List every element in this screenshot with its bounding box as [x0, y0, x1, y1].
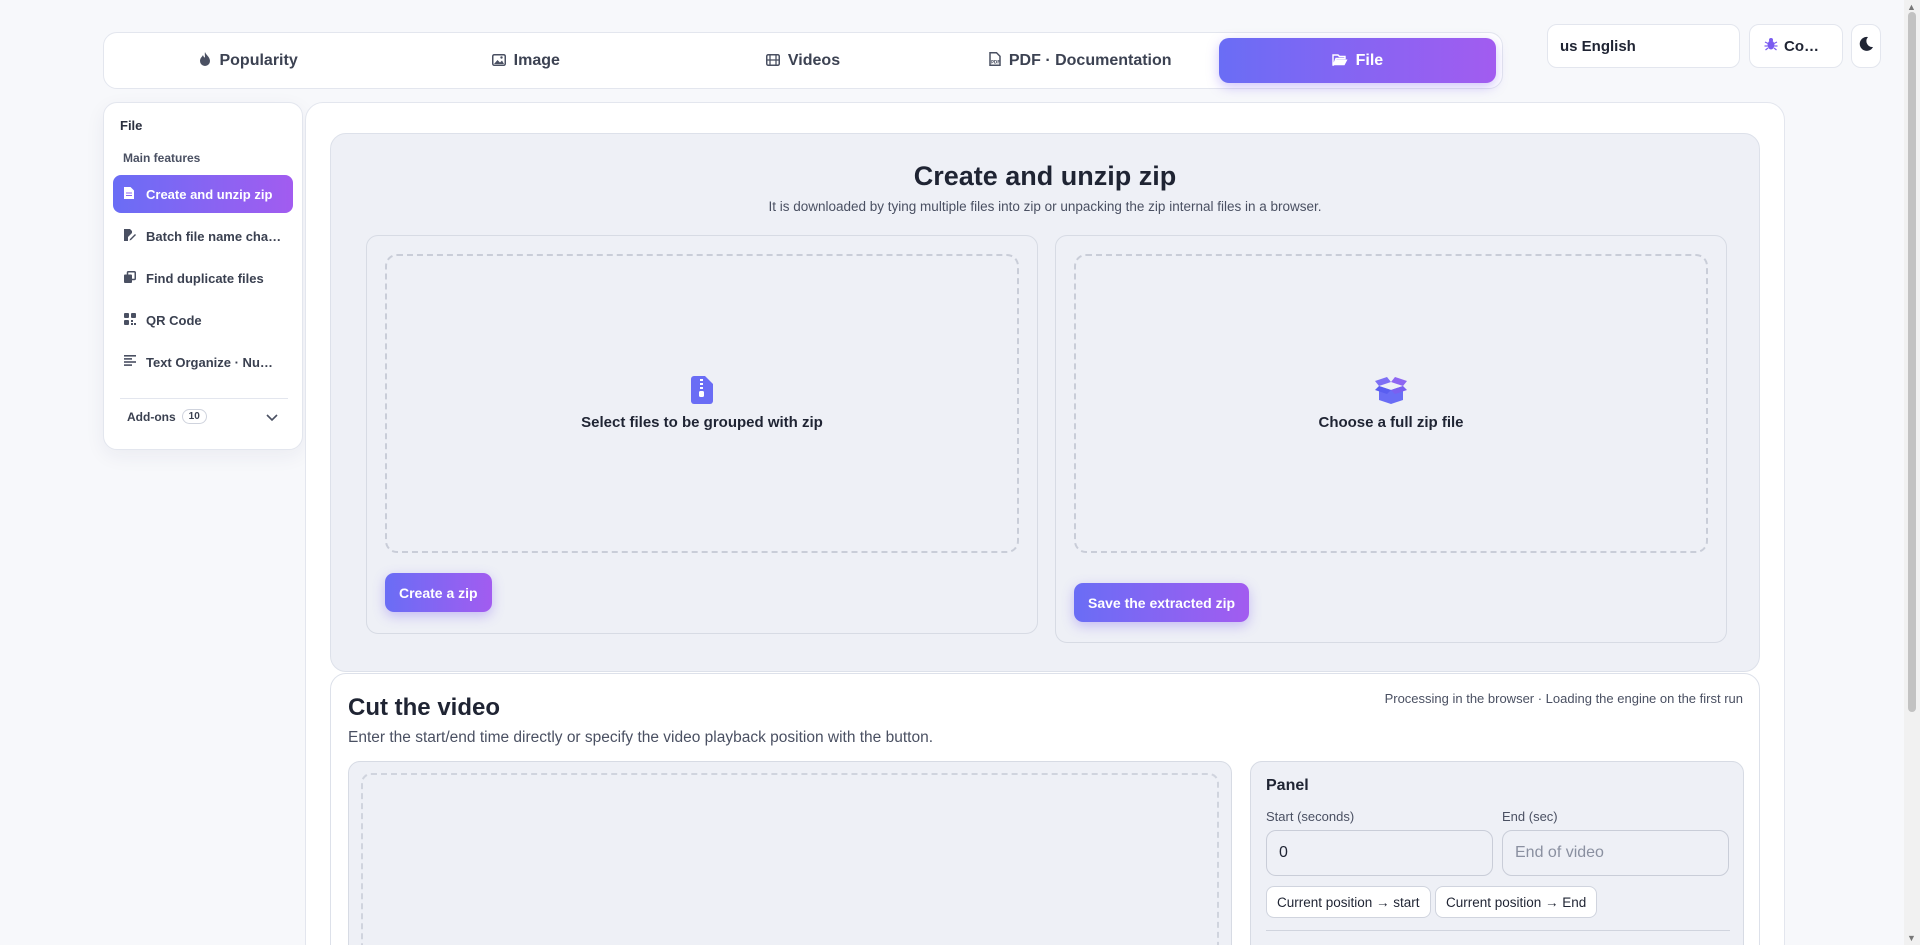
- sidebar-item-create-unzip-zip[interactable]: Create and unzip zip: [113, 175, 293, 213]
- cut-video-title: Cut the video: [348, 694, 501, 721]
- language-select[interactable]: us English: [1547, 24, 1740, 68]
- addons-label: Add-ons: [127, 409, 176, 424]
- cut-panel: Panel Start (seconds) End (sec) Current …: [1250, 761, 1744, 945]
- end-seconds-label: End (sec): [1502, 809, 1558, 824]
- category-tabs: Popularity Image Videos PDF PDF · Docume…: [103, 32, 1503, 89]
- tab-popularity[interactable]: Popularity: [110, 38, 387, 83]
- tab-label: File: [1355, 51, 1384, 69]
- extract-zip-panel: Choose a full zip file Save the extracte…: [1055, 235, 1727, 643]
- sidebar-item-label: Text Organize · Num…: [146, 354, 284, 370]
- sidebar: File Main features Create and unzip zip …: [103, 102, 303, 450]
- set-end-label: Current position → End: [1446, 894, 1587, 910]
- sidebar-item-label: Batch file name cha…: [146, 228, 282, 244]
- zip-title: Create and unzip zip: [913, 161, 1177, 191]
- set-end-from-current-button[interactable]: Current position → End: [1435, 886, 1598, 918]
- extract-zip-drop-label: Choose a full zip file: [1318, 414, 1464, 431]
- tab-pdf-documentation[interactable]: PDF PDF · Documentation: [942, 38, 1219, 83]
- create-zip-drop-label: Select files to be grouped with zip: [581, 414, 823, 431]
- scroll-up-icon[interactable]: ▲: [1907, 2, 1916, 12]
- sidebar-section-title: Main features: [123, 151, 201, 165]
- file-icon: [124, 186, 136, 202]
- video-preview-area: [348, 761, 1232, 945]
- panel-divider: [1266, 930, 1730, 931]
- open-box-icon: [1375, 376, 1407, 404]
- create-zip-button-label: Create a zip: [399, 584, 478, 601]
- scroll-down-icon[interactable]: ▼: [1907, 933, 1916, 943]
- end-seconds-input[interactable]: [1502, 830, 1729, 876]
- image-icon: [491, 53, 506, 69]
- set-start-label: Current position → start: [1277, 894, 1420, 910]
- pdf-icon: PDF: [989, 52, 1001, 69]
- sidebar-item-qr-code[interactable]: QR Code: [113, 301, 293, 339]
- start-seconds-label: Start (seconds): [1266, 809, 1355, 824]
- extract-zip-dropzone[interactable]: Choose a full zip file: [1074, 254, 1708, 553]
- tab-label: Popularity: [219, 51, 298, 69]
- tab-videos[interactable]: Videos: [664, 38, 941, 83]
- scrollbar-thumb[interactable]: [1908, 12, 1916, 712]
- sidebar-divider: [120, 398, 288, 399]
- save-extracted-zip-button[interactable]: Save the extracted zip: [1074, 583, 1250, 622]
- zip-file-icon: [691, 376, 713, 404]
- page-scrollbar[interactable]: ▲ ▼: [1904, 0, 1920, 945]
- create-zip-dropzone[interactable]: Select files to be grouped with zip: [385, 254, 1019, 553]
- tab-label: Videos: [787, 51, 841, 69]
- tab-label: PDF · Documentation: [1008, 51, 1172, 69]
- zip-tool-card: Create and unzip zip It is downloaded by…: [330, 133, 1760, 672]
- sidebar-item-label: Find duplicate files: [146, 270, 264, 286]
- sidebar-item-label: Create and unzip zip: [146, 186, 273, 202]
- contribute-label: Co…: [1784, 37, 1819, 55]
- sidebar-title: File: [120, 118, 143, 133]
- folder-open-icon: [1331, 53, 1348, 69]
- sidebar-item-batch-rename[interactable]: Batch file name cha…: [113, 217, 293, 255]
- create-zip-button[interactable]: Create a zip: [385, 573, 492, 612]
- sidebar-item-label: QR Code: [146, 312, 202, 328]
- contribute-button[interactable]: Co…: [1749, 24, 1843, 68]
- rename-icon: [124, 228, 136, 244]
- tab-image[interactable]: Image: [387, 38, 664, 83]
- language-value: us English: [1560, 37, 1636, 55]
- copy-icon: [124, 270, 136, 286]
- zip-description: It is downloaded by tying multiple files…: [768, 199, 1322, 214]
- theme-toggle-button[interactable]: [1851, 24, 1881, 68]
- cut-video-description: Enter the start/end time directly or spe…: [348, 729, 934, 746]
- set-start-from-current-button[interactable]: Current position → start: [1266, 886, 1431, 918]
- film-icon: [765, 53, 780, 69]
- sidebar-item-text-organize[interactable]: Text Organize · Num…: [113, 343, 293, 381]
- align-left-icon: [124, 355, 136, 369]
- moon-icon: [1858, 36, 1874, 57]
- start-seconds-input[interactable]: [1266, 830, 1493, 876]
- create-zip-panel: Select files to be grouped with zip Crea…: [366, 235, 1038, 634]
- tab-file[interactable]: File: [1218, 38, 1497, 83]
- cut-video-note: Processing in the browser · Loading the …: [1384, 691, 1743, 706]
- sidebar-item-find-duplicates[interactable]: Find duplicate files: [113, 259, 293, 297]
- flame-icon: [199, 52, 211, 69]
- addons-count-badge: 10: [181, 409, 207, 424]
- panel-title: Panel: [1266, 777, 1309, 794]
- bug-icon: [1764, 37, 1778, 55]
- video-dropzone[interactable]: [361, 773, 1219, 945]
- addons-toggle[interactable]: Add-ons 10: [127, 409, 207, 424]
- cut-video-card: Cut the video Enter the start/end time d…: [330, 673, 1760, 945]
- save-extracted-zip-label: Save the extracted zip: [1088, 594, 1236, 611]
- chevron-down-icon[interactable]: [266, 409, 278, 425]
- tab-label: Image: [513, 51, 560, 69]
- svg-text:PDF: PDF: [991, 60, 1000, 65]
- qr-icon: [124, 312, 136, 328]
